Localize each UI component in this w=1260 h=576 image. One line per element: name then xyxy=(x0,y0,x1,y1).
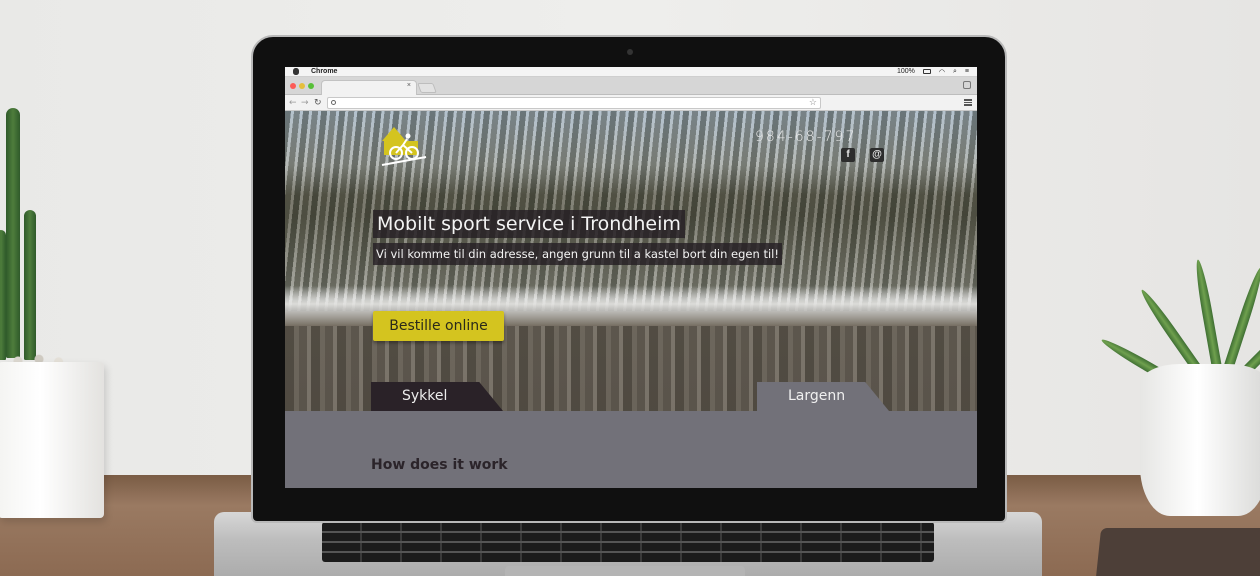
section-title: How does it work xyxy=(371,457,508,473)
app-name[interactable]: Chrome xyxy=(311,68,337,75)
hero-banner: 984-68-797 f @ Mobilt sport service i Tr… xyxy=(285,111,977,411)
reload-icon[interactable]: ↻ xyxy=(314,97,322,109)
desk-notebook xyxy=(1094,528,1260,576)
webcam xyxy=(627,49,633,55)
email-icon[interactable]: @ xyxy=(870,148,884,162)
browser-tab[interactable]: × xyxy=(321,80,417,95)
address-bar[interactable]: ☆ xyxy=(327,97,821,109)
facebook-icon[interactable]: f xyxy=(841,148,855,162)
browser-tab-strip: × xyxy=(285,77,977,95)
plant-pot-left xyxy=(0,362,104,518)
cactus-arm xyxy=(24,210,36,360)
star-icon[interactable]: ☆ xyxy=(809,97,817,107)
search-icon[interactable]: ⌕ xyxy=(953,68,957,76)
forward-icon[interactable]: → xyxy=(301,97,309,109)
apple-icon[interactable] xyxy=(293,68,299,75)
new-tab-button[interactable] xyxy=(417,83,437,93)
browser-toolbar: ← → ↻ ☆ xyxy=(285,95,977,111)
cactus-plant xyxy=(6,108,20,358)
tab-close-icon[interactable]: × xyxy=(407,82,411,89)
menu-icon[interactable]: ≡ xyxy=(965,68,969,75)
hero-title: Mobilt sport service i Trondheim xyxy=(373,210,685,238)
order-online-button[interactable]: Bestille online xyxy=(373,311,504,341)
profile-icon[interactable] xyxy=(963,81,971,89)
wifi-icon[interactable]: ◠ xyxy=(939,68,945,76)
search-icon xyxy=(331,100,336,105)
maximize-window-button[interactable] xyxy=(308,83,314,89)
hero-subtitle: Vi vil komme til din adresse, angen grun… xyxy=(373,243,782,265)
how-it-works-section: How does it work xyxy=(285,411,977,488)
back-icon[interactable]: ← xyxy=(289,97,297,109)
mac-menubar: Chrome 100% ◠ ⌕ ≡ xyxy=(285,67,977,77)
battery-icon[interactable] xyxy=(922,69,931,74)
minimize-window-button[interactable] xyxy=(299,83,305,89)
keyboard-row xyxy=(322,551,934,553)
plant-pot-right xyxy=(1140,364,1260,516)
phone-number[interactable]: 984-68-797 xyxy=(755,129,856,145)
laptop-screen: Chrome 100% ◠ ⌕ ≡ × ← → ↻ ☆ 984-68-797 f… xyxy=(285,67,977,488)
cactus-arm xyxy=(0,230,6,360)
battery-percent: 100% xyxy=(896,68,915,75)
cyclist-logo-icon[interactable] xyxy=(378,125,428,169)
close-window-button[interactable] xyxy=(290,83,296,89)
menubar-status: 100% ◠ ⌕ ≡ xyxy=(897,68,969,76)
keyboard-row xyxy=(322,541,934,543)
browser-menu-icon[interactable] xyxy=(964,99,972,106)
keyboard-row xyxy=(322,531,934,533)
trackpad xyxy=(505,566,745,576)
website: 984-68-797 f @ Mobilt sport service i Tr… xyxy=(285,111,977,488)
